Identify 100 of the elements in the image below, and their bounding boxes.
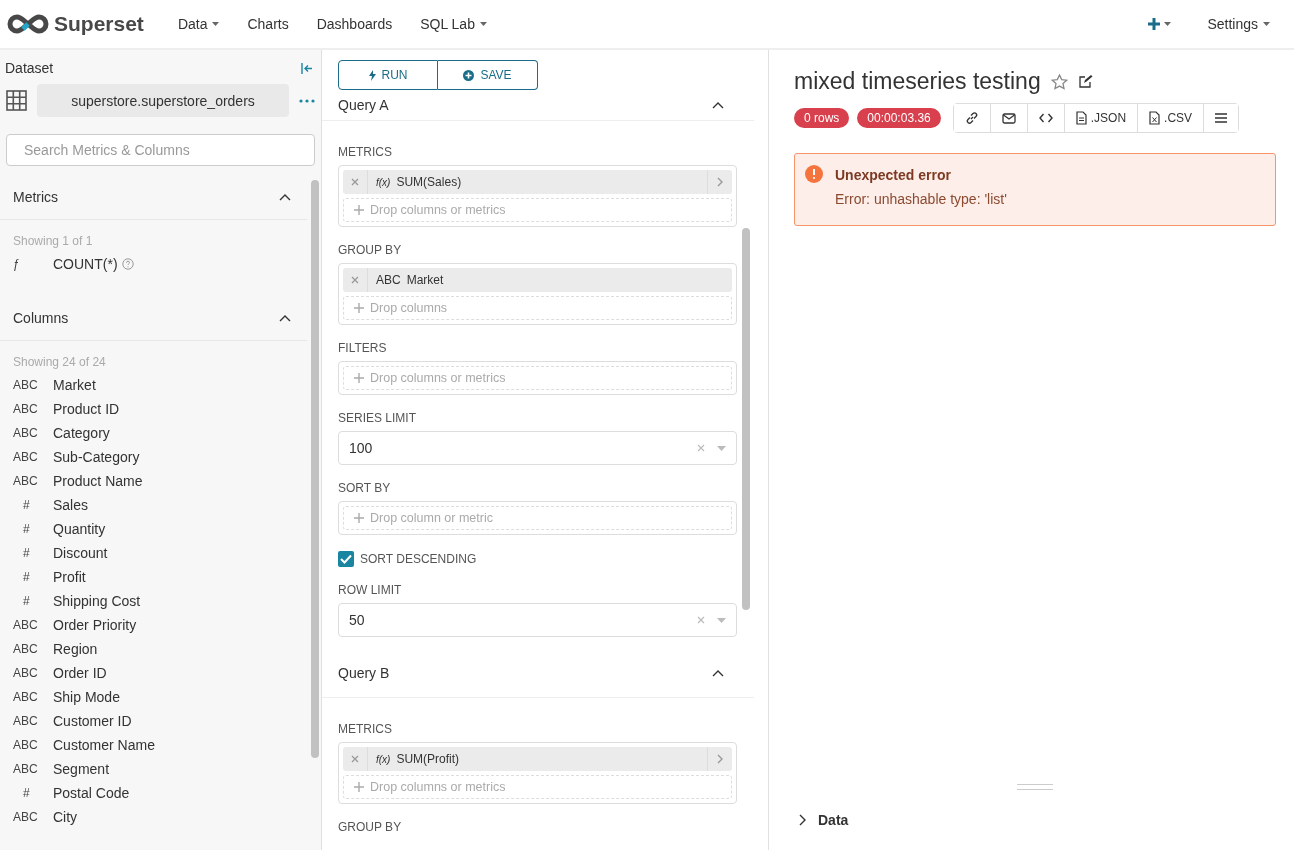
- plus-circle-icon: [463, 69, 475, 81]
- mail-icon: [1001, 112, 1016, 124]
- placeholder-text: Drop columns or metrics: [370, 780, 506, 794]
- brand-logo[interactable]: Superset: [6, 12, 144, 36]
- column-item[interactable]: # Sales: [0, 493, 321, 517]
- column-item[interactable]: # Postal Code: [0, 781, 321, 805]
- checkbox[interactable]: [338, 551, 354, 567]
- type-label: f(x): [376, 753, 391, 765]
- control-label: SERIES LIMIT: [338, 411, 418, 425]
- lightning-icon: [368, 69, 376, 81]
- type-label: ABC: [13, 618, 39, 632]
- menu-icon: [1215, 113, 1228, 123]
- plus-icon: [354, 782, 364, 792]
- control-label: FILTERS: [338, 341, 388, 355]
- link-icon: [964, 111, 979, 125]
- chip-label: Market: [406, 273, 444, 287]
- edit-icon[interactable]: [1077, 74, 1093, 89]
- column-item[interactable]: ABC Ship Mode: [0, 685, 321, 709]
- caret-icon: [1263, 22, 1270, 26]
- code-icon: [1038, 113, 1053, 123]
- placeholder-text: Drop column or metric: [370, 511, 493, 525]
- chevron-icon[interactable]: [712, 669, 724, 677]
- type-label: ABC: [13, 402, 39, 416]
- column-item[interactable]: ABC Product ID: [0, 397, 321, 421]
- search-field[interactable]: Search Metrics & Columns: [6, 134, 315, 166]
- chevron-icon[interactable]: [798, 814, 806, 826]
- plus-icon: [1148, 18, 1161, 30]
- chevron-icon[interactable]: [279, 193, 291, 201]
- save-button[interactable]: SAVE: [438, 60, 538, 90]
- type-label: ABC: [13, 474, 39, 488]
- type-label: ABC: [13, 378, 39, 392]
- type-label: ƒ: [13, 257, 21, 271]
- plus-icon: [354, 373, 364, 383]
- column-item[interactable]: ABC Customer Name: [0, 733, 321, 757]
- close-icon[interactable]: [351, 178, 359, 186]
- caret-icon: [212, 22, 220, 26]
- type-label: ABC: [376, 273, 401, 287]
- control-label: SORT BY: [338, 481, 392, 495]
- nav-menu-item[interactable]: Charts: [233, 16, 303, 32]
- dataset-name[interactable]: superstore.superstore_orders: [37, 84, 289, 117]
- column-item[interactable]: ABC Category: [0, 421, 321, 445]
- column-item[interactable]: ABC Segment: [0, 757, 321, 781]
- panel-heading: Dataset: [5, 60, 54, 76]
- chevron-right-icon[interactable]: [717, 177, 723, 187]
- column-item[interactable]: ABC Order ID: [0, 661, 321, 685]
- column-item[interactable]: ABC Sub-Category: [0, 445, 321, 469]
- drop-zone[interactable]: f(x) SUM(Sales) Drop columns or metrics: [338, 165, 737, 227]
- help-icon[interactable]: [121, 258, 134, 270]
- drop-zone[interactable]: f(x) SUM(Profit) Drop columns or metrics: [338, 742, 737, 804]
- collapse-icon[interactable]: [301, 62, 313, 74]
- nav-menu-item[interactable]: Dashboards: [302, 16, 407, 32]
- chevron-right-icon[interactable]: [717, 754, 723, 764]
- drop-zone[interactable]: ABC Market Drop columns: [338, 263, 737, 325]
- scrollbar[interactable]: [742, 228, 750, 610]
- metric-item[interactable]: ƒ COUNT(*): [0, 252, 321, 276]
- column-item[interactable]: # Shipping Cost: [0, 589, 321, 613]
- placeholder-text: Drop columns: [370, 301, 448, 315]
- more-icon[interactable]: [299, 98, 315, 103]
- column-item[interactable]: ABC City: [0, 805, 321, 829]
- showing-count: Showing 1 of 1: [12, 233, 94, 250]
- column-item[interactable]: # Quantity: [0, 517, 321, 541]
- resize-handle[interactable]: [1017, 784, 1053, 790]
- type-label: ABC: [13, 714, 39, 728]
- caret-icon: [479, 22, 487, 26]
- add-menu[interactable]: [1148, 18, 1172, 30]
- column-item[interactable]: # Discount: [0, 541, 321, 565]
- placeholder-text: Drop columns or metrics: [370, 371, 506, 385]
- metric-chip[interactable]: f(x) SUM(Profit): [343, 747, 732, 771]
- column-item[interactable]: ABC Region: [0, 637, 321, 661]
- metric-chip[interactable]: ABC Market: [343, 268, 732, 292]
- metric-chip[interactable]: f(x) SUM(Sales): [343, 170, 732, 194]
- toolbar-button[interactable]: [953, 104, 991, 132]
- plus-icon: [354, 303, 364, 313]
- chart-title: mixed timeseries testing: [794, 68, 1041, 95]
- error-title: Unexpected error: [835, 167, 952, 183]
- control-label: ROW LIMIT: [338, 583, 403, 597]
- nav-menu-item[interactable]: SQL Lab: [406, 16, 501, 32]
- run-button[interactable]: RUN: [338, 60, 438, 90]
- chevron-icon[interactable]: [279, 314, 291, 322]
- nav-menu-item[interactable]: Data: [163, 16, 234, 32]
- control-label: METRICS: [338, 145, 393, 159]
- placeholder-text: Drop columns or metrics: [370, 203, 506, 217]
- column-item[interactable]: ABC Market: [0, 373, 321, 397]
- close-icon[interactable]: [351, 755, 359, 763]
- star-icon[interactable]: [1050, 73, 1068, 90]
- settings-menu[interactable]: Settings: [1193, 16, 1284, 32]
- panel-title[interactable]: Data: [818, 812, 849, 828]
- control-label: GROUP BY: [338, 820, 403, 834]
- chevron-icon[interactable]: [712, 101, 724, 109]
- column-item[interactable]: ABC Customer ID: [0, 709, 321, 733]
- scrollbar[interactable]: [311, 180, 319, 758]
- column-item[interactable]: ABC Order Priority: [0, 613, 321, 637]
- close-icon[interactable]: [351, 276, 359, 284]
- type-label: ABC: [13, 426, 39, 440]
- column-item[interactable]: # Profit: [0, 565, 321, 589]
- column-item[interactable]: ABC Product Name: [0, 469, 321, 493]
- section-title: Metrics: [13, 189, 59, 205]
- type-label: #: [22, 594, 31, 608]
- control-label: METRICS: [338, 722, 393, 736]
- type-label: ABC: [13, 690, 39, 704]
